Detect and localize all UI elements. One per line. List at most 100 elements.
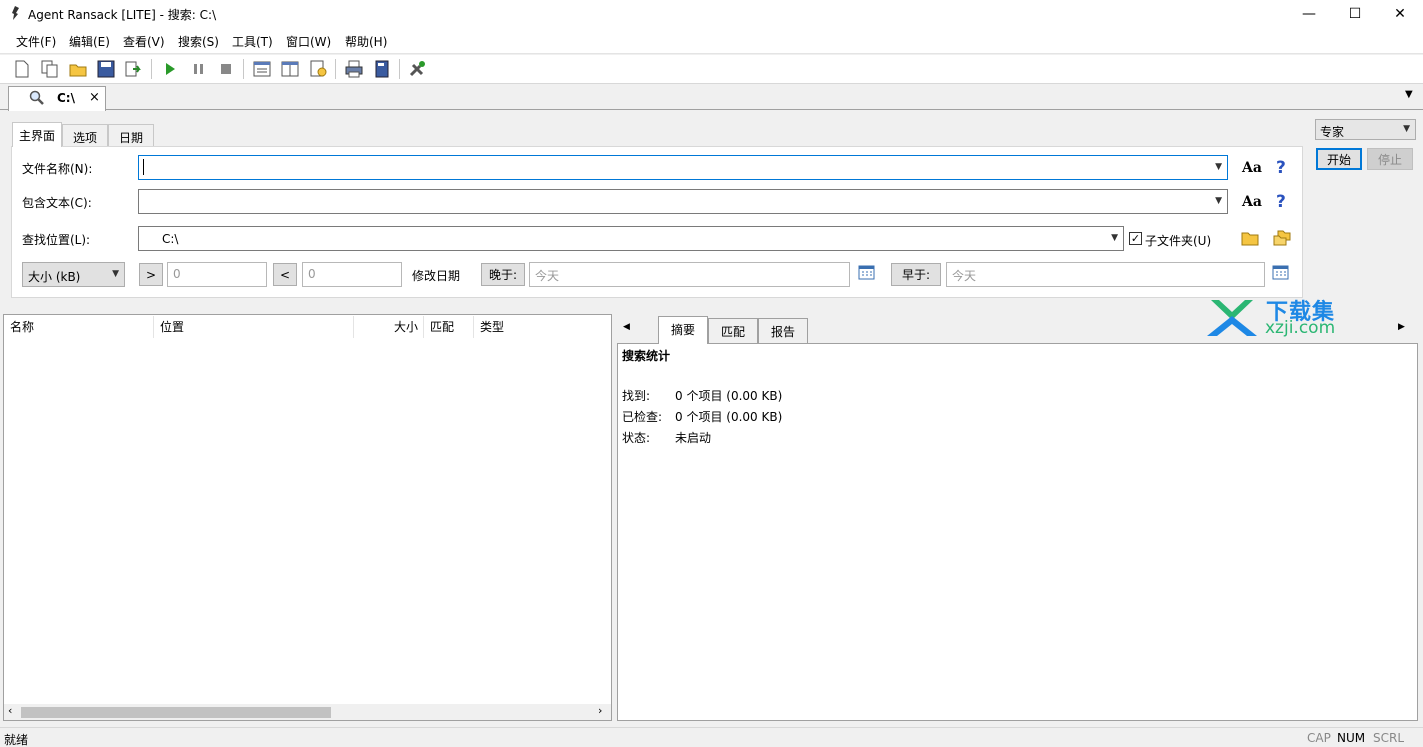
column-header-matches[interactable]: 匹配 xyxy=(430,318,454,335)
after-date-input[interactable]: 今天 xyxy=(529,262,850,287)
size-max-input[interactable]: 0 xyxy=(302,262,402,287)
status-num: NUM xyxy=(1337,731,1366,745)
text-caret xyxy=(143,159,144,175)
size-min-input[interactable]: 0 xyxy=(167,262,267,287)
location-label: 查找位置(L): xyxy=(22,233,91,247)
title-bar: Agent Ransack [LITE] - 搜索: C:\ — ☐ ✕ xyxy=(0,0,1423,28)
open-icon[interactable] xyxy=(67,58,89,80)
toolbar-separator xyxy=(243,59,244,79)
size-unit-select[interactable]: 大小 (kB) ▼ xyxy=(22,262,125,287)
menu-bar: 文件(F) 编辑(E) 查看(V) 搜索(S) 工具(T) 窗口(W) 帮助(H… xyxy=(0,28,1423,54)
browse-folder-icon[interactable] xyxy=(1241,230,1259,246)
summary-status-label: 状态: xyxy=(622,431,651,445)
print-icon[interactable] xyxy=(343,58,365,80)
menu-help[interactable]: 帮助(H) xyxy=(345,33,387,50)
chevron-down-icon: ▼ xyxy=(1215,162,1222,172)
magnifier-icon xyxy=(29,90,44,105)
subfolders-label: 子文件夹(U) xyxy=(1145,234,1212,248)
scroll-left-icon[interactable]: ‹ xyxy=(8,704,12,717)
stop-icon[interactable] xyxy=(215,58,237,80)
content-combo[interactable]: ▼ xyxy=(138,189,1228,214)
tab-summary[interactable]: 摘要 xyxy=(658,316,708,344)
results-list[interactable] xyxy=(3,314,612,721)
greater-than-button[interactable]: > xyxy=(139,263,163,286)
menu-window[interactable]: 窗口(W) xyxy=(286,33,331,50)
summary-status-value: 未启动 xyxy=(675,431,712,445)
summary-checked-value: 0 个项目 (0.00 KB) xyxy=(675,410,783,424)
tab-report[interactable]: 报告 xyxy=(758,318,808,343)
tab-scroll-left-icon[interactable]: ◀ xyxy=(623,322,630,332)
horizontal-scrollbar[interactable]: ‹ › xyxy=(4,704,611,720)
watermark-logo: 下载集 xzji.com xyxy=(1205,294,1350,340)
toolbar-separator xyxy=(151,59,152,79)
minimize-button[interactable]: — xyxy=(1286,0,1332,28)
menu-view[interactable]: 查看(V) xyxy=(123,33,165,50)
before-date-input[interactable]: 今天 xyxy=(946,262,1265,287)
tab-matches[interactable]: 匹配 xyxy=(708,318,758,343)
book-icon[interactable] xyxy=(371,58,393,80)
status-scrl: SCRL xyxy=(1373,731,1405,745)
column-header-size[interactable]: 大小 xyxy=(394,318,418,335)
stop-button[interactable]: 停止 xyxy=(1367,148,1413,170)
summary-found-value: 0 个项目 (0.00 KB) xyxy=(675,389,783,403)
document-tab[interactable]: C:\ × xyxy=(8,86,106,111)
help-icon[interactable]: ? xyxy=(1276,192,1286,212)
report-icon[interactable] xyxy=(307,58,329,80)
tools-icon[interactable] xyxy=(407,58,429,80)
copy-icon[interactable] xyxy=(39,58,61,80)
start-button[interactable]: 开始 xyxy=(1316,148,1362,170)
mode-select[interactable]: 专家 ▼ xyxy=(1315,119,1416,140)
after-button[interactable]: 晚于: xyxy=(481,263,525,286)
toolbar xyxy=(0,55,1423,84)
tab-dates[interactable]: 日期 xyxy=(108,124,154,147)
chevron-down-icon: ▼ xyxy=(112,269,119,279)
save-icon[interactable] xyxy=(95,58,117,80)
scroll-right-icon[interactable]: › xyxy=(598,704,602,717)
close-icon: ✕ xyxy=(1394,6,1406,22)
close-window-button[interactable]: ✕ xyxy=(1377,0,1423,28)
scrollbar-thumb[interactable] xyxy=(21,707,331,718)
size-unit-value: 大小 (kB) xyxy=(28,270,81,284)
menu-edit[interactable]: 编辑(E) xyxy=(69,33,110,50)
menu-search[interactable]: 搜索(S) xyxy=(178,33,219,50)
less-than-button[interactable]: < xyxy=(273,263,297,286)
status-cap: CAP xyxy=(1307,731,1331,745)
tab-scroll-right-icon[interactable]: ▶ xyxy=(1398,322,1405,332)
export-icon[interactable] xyxy=(123,58,145,80)
case-sensitive-icon[interactable]: Aa xyxy=(1242,194,1262,210)
subfolders-checkbox[interactable]: ✓ xyxy=(1129,232,1142,245)
case-sensitive-icon[interactable]: Aa xyxy=(1242,160,1262,176)
column-separator xyxy=(153,316,154,338)
new-icon[interactable] xyxy=(11,58,33,80)
layout2-icon[interactable] xyxy=(279,58,301,80)
app-icon xyxy=(12,6,19,20)
layout1-icon[interactable] xyxy=(251,58,273,80)
play-icon[interactable] xyxy=(159,58,181,80)
document-tab-label: C:\ xyxy=(57,91,75,105)
before-button[interactable]: 早于: xyxy=(891,263,941,286)
chevron-down-icon: ▼ xyxy=(1111,233,1118,243)
filename-combo[interactable]: ▼ xyxy=(138,155,1228,180)
mode-value: 专家 xyxy=(1320,125,1345,139)
calendar-icon[interactable] xyxy=(1272,264,1289,280)
location-combo[interactable]: C:\ ▼ xyxy=(138,226,1124,251)
summary-heading: 搜索统计 xyxy=(622,349,671,363)
menu-file[interactable]: 文件(F) xyxy=(16,33,56,50)
column-header-type[interactable]: 类型 xyxy=(480,318,504,335)
close-tab-icon[interactable]: × xyxy=(89,90,100,105)
menu-tools[interactable]: 工具(T) xyxy=(232,33,273,50)
calendar-icon[interactable] xyxy=(858,264,875,280)
pause-icon[interactable] xyxy=(188,58,210,80)
tab-options[interactable]: 选项 xyxy=(62,124,108,147)
maximize-button[interactable]: ☐ xyxy=(1332,0,1378,28)
chevron-down-icon: ▼ xyxy=(1403,124,1410,134)
minimize-icon: — xyxy=(1302,6,1316,22)
multi-folder-icon[interactable] xyxy=(1273,229,1291,247)
column-header-location[interactable]: 位置 xyxy=(160,318,184,335)
status-text: 就绪 xyxy=(4,733,29,747)
watermark-url: xzji.com xyxy=(1265,318,1336,338)
help-icon[interactable]: ? xyxy=(1276,158,1286,178)
tab-main[interactable]: 主界面 xyxy=(12,122,62,147)
tab-list-dropdown-icon[interactable]: ▼ xyxy=(1405,89,1413,100)
column-header-name[interactable]: 名称 xyxy=(10,318,34,335)
